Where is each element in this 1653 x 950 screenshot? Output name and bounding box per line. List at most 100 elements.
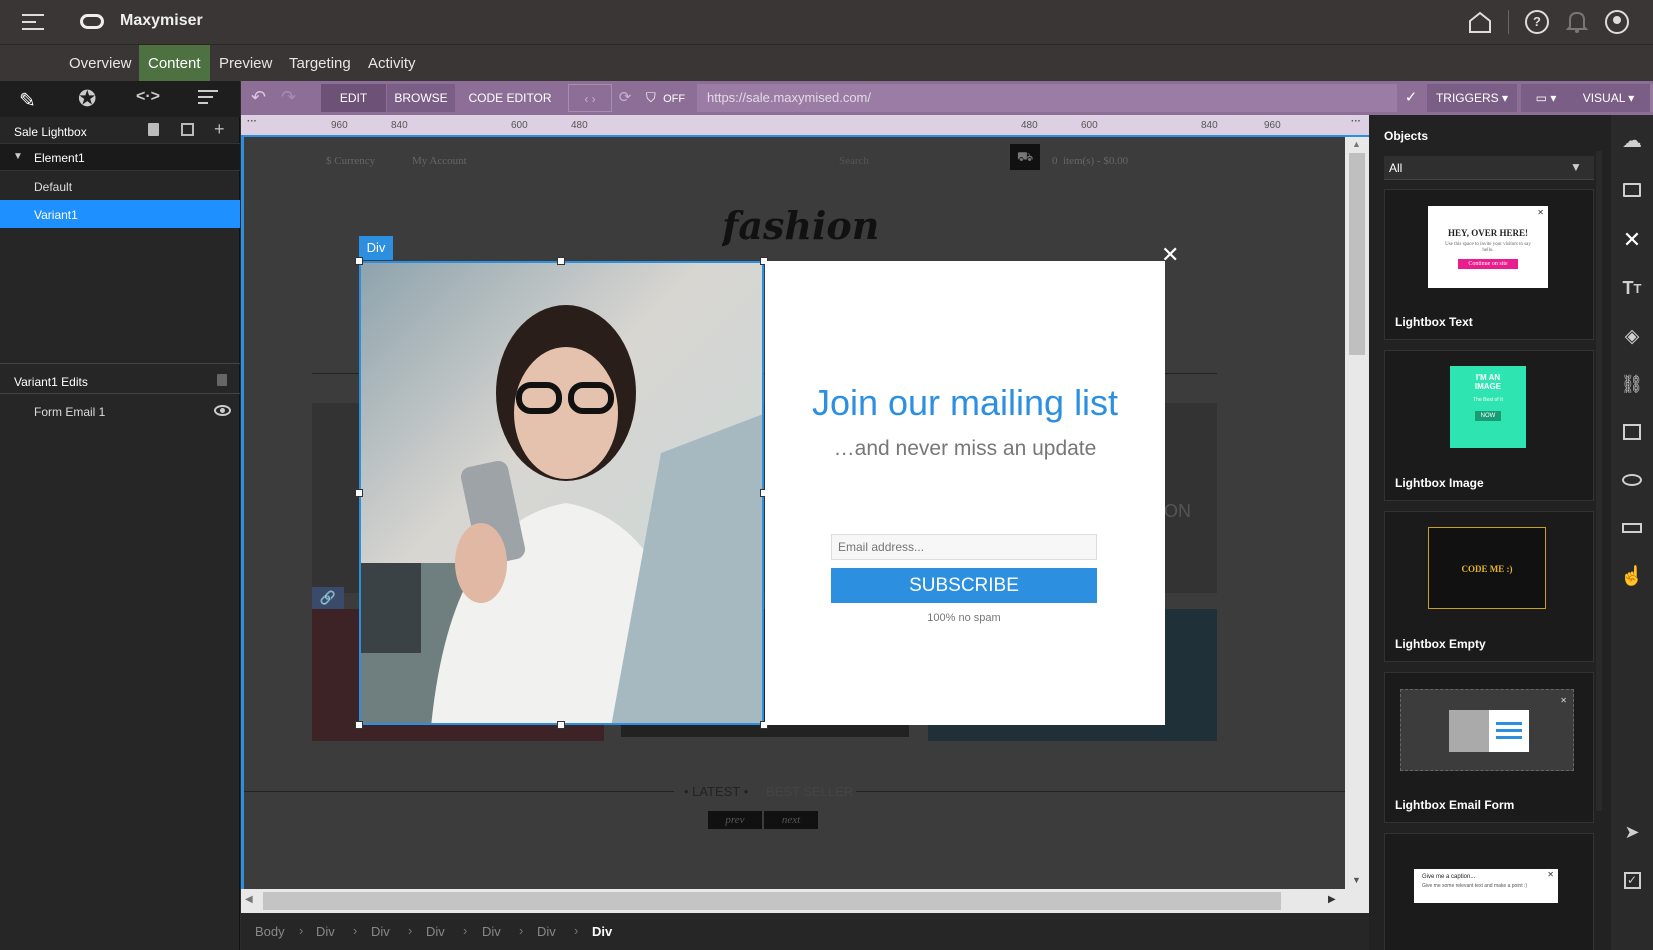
preview-text: Use this space to invite your visitors t… xyxy=(1445,242,1531,253)
bell-icon[interactable] xyxy=(1565,10,1589,34)
dots-icon[interactable]: ··· xyxy=(247,116,257,127)
undo-icon[interactable]: ↶ xyxy=(251,87,266,108)
scroll-right-icon[interactable]: ▶ xyxy=(1328,894,1336,905)
site-next[interactable]: next xyxy=(764,811,818,829)
object-card-lightbox-empty[interactable]: CODE ME :) Lightbox Empty xyxy=(1384,511,1594,662)
sort-icon[interactable] xyxy=(198,90,218,104)
visual-label: VISUAL xyxy=(1582,91,1625,105)
preview-title: Give me a caption... xyxy=(1422,874,1476,880)
site-latest[interactable]: • LATEST • xyxy=(684,784,748,799)
menu-icon[interactable] xyxy=(22,11,46,33)
object-card-lightbox-image[interactable]: I'M AN IMAGE The Best of It NOW Lightbox… xyxy=(1384,350,1594,501)
horizontal-scrollbar[interactable]: ◀ ▶ xyxy=(241,889,1369,913)
folder-icon[interactable] xyxy=(1611,165,1653,215)
scroll-down-icon[interactable]: ▼ xyxy=(1352,875,1361,885)
navigate-icon[interactable]: ➤ xyxy=(1611,807,1653,857)
duplicate-icon[interactable] xyxy=(181,123,194,136)
breadcrumb-item[interactable]: Div xyxy=(316,924,335,939)
redo-icon[interactable]: ↷ xyxy=(281,87,296,108)
element-label: Element1 xyxy=(34,151,85,165)
tab-overview[interactable]: Overview xyxy=(60,45,141,82)
cloud-download-icon[interactable]: ☁ xyxy=(1611,115,1653,165)
paint-bucket-icon[interactable]: ◈ xyxy=(1611,311,1653,361)
url-field[interactable]: https://sale.maxymised.com/ xyxy=(697,84,1397,112)
site-best-seller[interactable]: BEST SELLER xyxy=(766,784,853,799)
variant-label: Default xyxy=(34,180,73,194)
variant-default[interactable]: Default xyxy=(0,172,240,200)
chevron-down-icon: ▾ xyxy=(1628,91,1635,105)
chevron-right-icon: › xyxy=(519,923,524,938)
eye-icon[interactable] xyxy=(214,405,231,416)
campaign-name: Sale Lightbox xyxy=(14,125,87,139)
edit-button[interactable]: EDIT xyxy=(321,84,386,112)
eye-icon[interactable] xyxy=(1611,455,1653,505)
variant-variant1[interactable]: Variant1 xyxy=(0,200,240,228)
pencil-icon[interactable]: ✎ xyxy=(19,88,36,113)
resize-handle[interactable] xyxy=(355,257,363,265)
dots-icon[interactable]: ··· xyxy=(1351,116,1361,127)
scroll-left-icon[interactable]: ◀ xyxy=(245,894,253,905)
object-card-lightbox-email-form[interactable]: ✕ Lightbox Email Form xyxy=(1384,672,1594,823)
close-icon[interactable]: ✕ xyxy=(1611,215,1653,265)
scroll-thumb[interactable] xyxy=(263,892,1281,910)
resize-handle[interactable] xyxy=(355,721,363,729)
shield-icon: ⛉ xyxy=(646,90,656,105)
image-icon[interactable] xyxy=(1611,407,1653,457)
subscribe-button[interactable]: SUBSCRIBE xyxy=(831,568,1097,603)
left-panel: ✎ ✪ <·> Sale Lightbox + ▼ Element1 Defau… xyxy=(0,81,240,950)
close-icon[interactable]: ✕ xyxy=(1161,242,1179,268)
chevron-right-icon: › xyxy=(299,923,304,938)
preview-text: Give me some relevant text and make a po… xyxy=(1422,883,1528,889)
tab-targeting[interactable]: Targeting xyxy=(280,45,360,82)
breadcrumb-item[interactable]: Div xyxy=(371,924,390,939)
breadcrumb-item[interactable]: Div xyxy=(426,924,445,939)
site-prev[interactable]: prev xyxy=(708,811,762,829)
scroll-thumb[interactable] xyxy=(1349,153,1365,355)
objects-filter[interactable]: All ▼ xyxy=(1384,156,1594,180)
user-icon[interactable] xyxy=(1605,10,1629,34)
trash-icon[interactable] xyxy=(148,123,159,136)
element-row[interactable]: ▼ Element1 xyxy=(0,143,240,171)
scroll-up-icon[interactable]: ▲ xyxy=(1352,139,1361,149)
breadcrumb-item[interactable]: Div xyxy=(537,924,556,939)
popup-image-pane[interactable] xyxy=(359,261,764,725)
breadcrumb-item[interactable]: Div xyxy=(482,924,501,939)
tab-content[interactable]: Content xyxy=(139,45,210,82)
add-icon[interactable]: + xyxy=(214,119,225,140)
resize-handle[interactable] xyxy=(557,721,565,729)
help-icon[interactable]: ? xyxy=(1525,10,1549,34)
hand-pointer-icon[interactable]: ☝ xyxy=(1611,551,1653,601)
tab-activity[interactable]: Activity xyxy=(359,45,425,82)
resize-handle[interactable] xyxy=(355,489,363,497)
device-button[interactable]: ▭ ▾ xyxy=(1521,84,1571,112)
ruler-tick: 600 xyxy=(511,120,528,131)
trash-icon[interactable] xyxy=(217,374,227,386)
no-spam-note: 100% no spam xyxy=(927,612,1001,624)
object-card-caption[interactable]: ✕ Give me a caption... Give me some rele… xyxy=(1384,833,1594,950)
badge-icon[interactable]: ✪ xyxy=(78,86,96,112)
tab-preview[interactable]: Preview xyxy=(210,45,281,82)
breadcrumb-item-current[interactable]: Div xyxy=(592,924,612,939)
ruler-icon[interactable] xyxy=(1611,503,1653,553)
check-icon[interactable]: ✓ xyxy=(1398,84,1424,112)
editor-canvas[interactable]: $ Currency My Account Search ⛟ 0 item(s)… xyxy=(241,137,1345,889)
home-icon[interactable] xyxy=(1467,10,1493,34)
checkbox-icon[interactable]: ✓ xyxy=(1611,855,1653,905)
code-icon[interactable]: <·> xyxy=(136,88,160,106)
text-icon[interactable]: TT xyxy=(1611,263,1653,313)
object-card-lightbox-text[interactable]: ✕ HEY, OVER HERE! Use this space to invi… xyxy=(1384,189,1594,340)
code-editor-button: CODE EDITOR xyxy=(468,91,552,105)
email-field[interactable] xyxy=(831,534,1097,560)
link-icon[interactable]: ⛓ xyxy=(1611,359,1653,409)
refresh-icon[interactable]: ⟳ xyxy=(612,84,638,112)
shield-toggle[interactable]: ⛉ OFF xyxy=(640,84,695,112)
breadcrumb-item[interactable]: Body xyxy=(255,924,285,939)
triggers-button[interactable]: TRIGGERS ▾ xyxy=(1427,84,1517,112)
visual-dropdown[interactable]: VISUAL ▾ xyxy=(1567,84,1650,112)
nav-arrows[interactable]: ‹ › xyxy=(568,84,612,112)
edit-item[interactable]: Form Email 1 xyxy=(34,405,105,419)
vertical-scrollbar[interactable]: ▲ ▼ xyxy=(1345,137,1369,889)
browse-button[interactable]: BROWSE xyxy=(387,84,455,112)
filter-label: All xyxy=(1389,161,1403,175)
resize-handle[interactable] xyxy=(557,257,565,265)
